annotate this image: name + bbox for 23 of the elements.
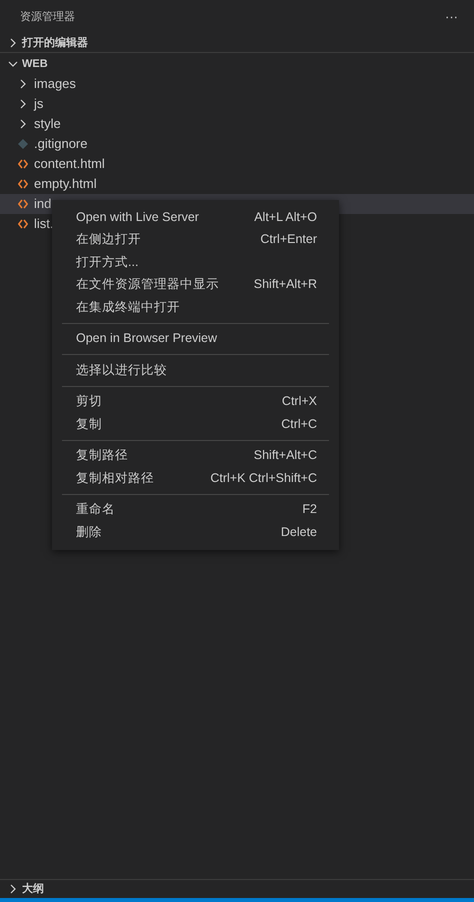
shortcut-label: Ctrl+C — [281, 416, 317, 433]
menu-item-label: 重命名 — [76, 501, 115, 518]
menu-item-label: 复制 — [76, 416, 102, 433]
menu-item-label: Open with Live Server — [76, 208, 199, 226]
shortcut-label: Delete — [280, 524, 317, 541]
shortcut-label: Alt+L Alt+O — [254, 208, 317, 226]
shortcut-label: Ctrl+Enter — [260, 231, 317, 248]
menu-item-label: 在集成终端中打开 — [76, 298, 180, 316]
menu-item-label: 打开方式... — [76, 254, 138, 271]
menu-item-label: 选择以进行比较 — [76, 362, 167, 379]
shortcut-label: Ctrl+X — [282, 393, 317, 410]
menu-item-label: 复制路径 — [76, 447, 128, 464]
menu-item-label: 剪切 — [76, 393, 102, 410]
shortcut-label: Shift+Alt+R — [254, 276, 317, 294]
menu-item-label: 在文件资源管理器中显示 — [76, 276, 219, 294]
shortcut-label: Ctrl+K Ctrl+Shift+C — [210, 470, 317, 487]
menu-item-label: 在侧边打开 — [76, 231, 141, 248]
shortcut-label: Shift+Alt+C — [254, 447, 317, 464]
panel-title: 资源管理器 — [20, 10, 75, 25]
shortcut-label: F2 — [302, 501, 317, 518]
menu-item-label: 复制相对路径 — [76, 470, 154, 487]
menu-item-label: Open in Browser Preview — [76, 330, 218, 348]
menu-item-label: 删除 — [76, 524, 102, 541]
